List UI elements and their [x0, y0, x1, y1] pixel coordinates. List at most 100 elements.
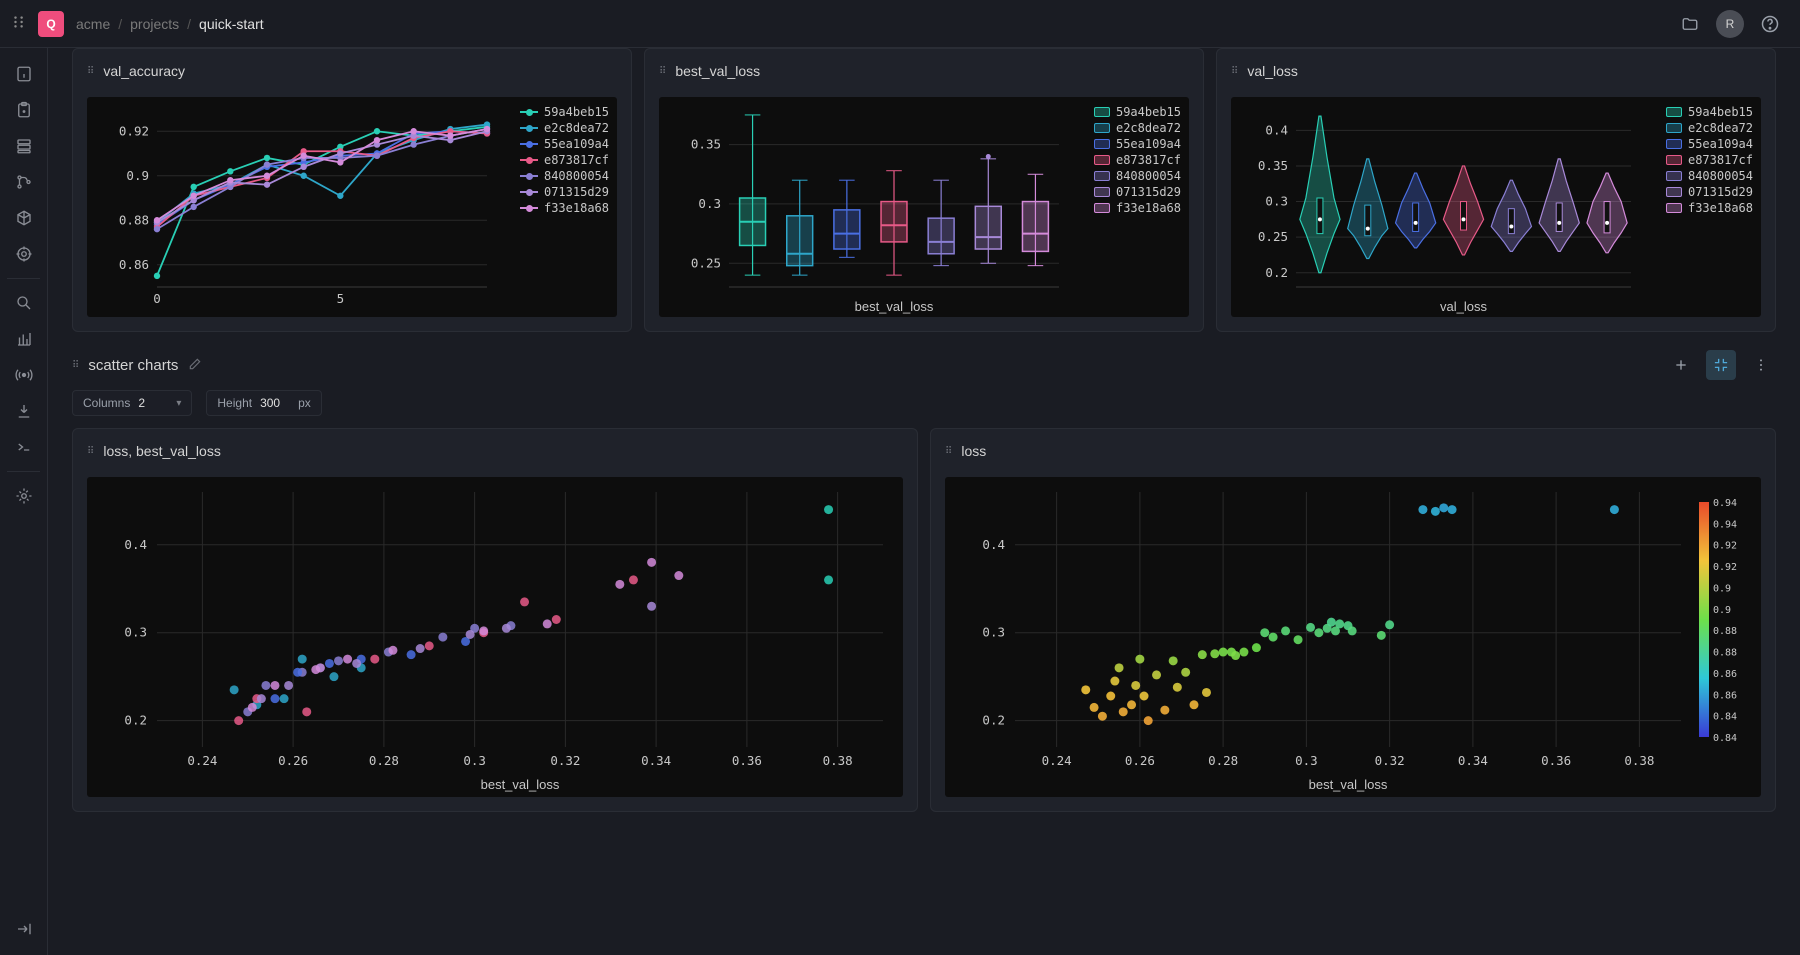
svg-text:0.4: 0.4 — [1265, 122, 1288, 137]
folder-button[interactable] — [1672, 6, 1708, 42]
scatter-controls: Columns 2 ▾ Height 300 px — [72, 390, 1776, 416]
svg-text:0.3: 0.3 — [1295, 753, 1318, 768]
breadcrumb-current[interactable]: quick-start — [199, 16, 264, 32]
panel-val-accuracy: ⠿ val_accuracy 0.860.880.90.9205 59a4beb… — [72, 48, 632, 332]
svg-text:0.9: 0.9 — [1713, 605, 1731, 616]
panel-title-text: val_accuracy — [103, 63, 185, 79]
pencil-icon[interactable] — [188, 357, 202, 374]
svg-text:5: 5 — [337, 291, 345, 306]
legend-item[interactable]: 59a4beb15 — [1666, 105, 1753, 119]
legend-item[interactable]: 071315d29 — [520, 185, 609, 199]
help-button[interactable] — [1752, 6, 1788, 42]
svg-text:0.92: 0.92 — [119, 123, 149, 138]
legend-item[interactable]: e873817cf — [1666, 153, 1753, 167]
drag-handle-icon[interactable]: ⠿ — [72, 360, 78, 371]
topbar: Q acme / projects / quick-start R — [0, 0, 1800, 48]
sidebar-branch[interactable] — [6, 164, 42, 200]
sidebar-settings[interactable] — [6, 478, 42, 514]
panel-title-text: loss — [961, 443, 986, 459]
add-chart-button[interactable] — [1666, 350, 1696, 380]
sidebar-cube[interactable] — [6, 200, 42, 236]
svg-text:0.92: 0.92 — [1713, 562, 1737, 573]
legend-item[interactable]: 071315d29 — [1094, 185, 1181, 199]
legend-item[interactable]: e873817cf — [1094, 153, 1181, 167]
svg-text:0.92: 0.92 — [1713, 541, 1737, 552]
svg-text:0.26: 0.26 — [278, 753, 308, 768]
legend-item[interactable]: 840800054 — [1666, 169, 1753, 183]
sidebar-broadcast[interactable] — [6, 357, 42, 393]
section-title: scatter charts — [88, 357, 178, 374]
sidebar-download[interactable] — [6, 393, 42, 429]
legend-item[interactable]: e2c8dea72 — [520, 121, 609, 135]
svg-text:0.28: 0.28 — [369, 753, 399, 768]
svg-text:0.94: 0.94 — [1713, 519, 1737, 530]
sidebar — [0, 48, 48, 955]
svg-text:0.25: 0.25 — [1258, 229, 1288, 244]
svg-text:0.24: 0.24 — [1042, 753, 1072, 768]
columns-control[interactable]: Columns 2 ▾ — [72, 390, 192, 416]
legend-item[interactable]: 840800054 — [520, 169, 609, 183]
legend-item[interactable]: e2c8dea72 — [1666, 121, 1753, 135]
svg-text:0.84: 0.84 — [1713, 712, 1737, 723]
drag-handle-icon[interactable]: ⠿ — [87, 446, 93, 457]
svg-text:0.3: 0.3 — [463, 753, 486, 768]
svg-text:0.9: 0.9 — [126, 168, 149, 183]
drag-handle-icon[interactable]: ⠿ — [1231, 66, 1237, 77]
breadcrumb-projects[interactable]: projects — [130, 16, 179, 32]
svg-text:0.38: 0.38 — [1624, 753, 1654, 768]
sidebar-chart[interactable] — [6, 321, 42, 357]
panel-val-loss: ⠿ val_loss 0.20.250.30.350.4val_loss 59a… — [1216, 48, 1776, 332]
svg-text:0.2: 0.2 — [982, 713, 1005, 728]
legend-item[interactable]: f33e18a68 — [520, 201, 609, 215]
svg-text:best_val_loss: best_val_loss — [855, 299, 934, 314]
legend-item[interactable]: 55ea109a4 — [520, 137, 609, 151]
height-control[interactable]: Height 300 px — [206, 390, 321, 416]
sidebar-terminal[interactable] — [6, 429, 42, 465]
sidebar-search[interactable] — [6, 285, 42, 321]
panel-title-text: best_val_loss — [675, 63, 760, 79]
drag-handle-icon[interactable]: ⠿ — [87, 66, 93, 77]
drag-handle-icon[interactable]: ⠿ — [945, 446, 951, 457]
svg-text:0.35: 0.35 — [691, 137, 721, 152]
legend-item[interactable]: 840800054 — [1094, 169, 1181, 183]
legend-item[interactable]: e873817cf — [520, 153, 609, 167]
svg-text:0.34: 0.34 — [641, 753, 671, 768]
sidebar-info[interactable] — [6, 56, 42, 92]
svg-text:0.32: 0.32 — [1375, 753, 1405, 768]
grip-icon[interactable] — [12, 15, 26, 32]
breadcrumb-org[interactable]: acme — [76, 16, 110, 32]
legend-item[interactable]: e2c8dea72 — [1094, 121, 1181, 135]
legend-item[interactable]: f33e18a68 — [1094, 201, 1181, 215]
sidebar-collapse[interactable] — [6, 911, 42, 947]
legend-item[interactable]: 55ea109a4 — [1666, 137, 1753, 151]
svg-text:0.36: 0.36 — [732, 753, 762, 768]
svg-text:0.32: 0.32 — [550, 753, 580, 768]
svg-text:0.88: 0.88 — [1713, 648, 1737, 659]
svg-text:val_loss: val_loss — [1440, 299, 1487, 314]
legend-item[interactable]: 071315d29 — [1666, 185, 1753, 199]
legend-item[interactable]: 59a4beb15 — [520, 105, 609, 119]
more-button[interactable] — [1746, 350, 1776, 380]
panel-scatter-loss: ⠿ loss 0.20.30.40.240.260.280.30.320.340… — [930, 428, 1776, 812]
avatar[interactable]: R — [1716, 10, 1744, 38]
sidebar-clipboard[interactable] — [6, 92, 42, 128]
project-badge[interactable]: Q — [38, 11, 64, 37]
legend-item[interactable]: 59a4beb15 — [1094, 105, 1181, 119]
legend-item[interactable]: f33e18a68 — [1666, 201, 1753, 215]
svg-text:0.36: 0.36 — [1541, 753, 1571, 768]
svg-text:0.88: 0.88 — [119, 212, 149, 227]
legend: 59a4beb15 e2c8dea72 55ea109a4 e873817cf 8408… — [520, 105, 609, 217]
svg-text:0.26: 0.26 — [1125, 753, 1155, 768]
legend-item[interactable]: 55ea109a4 — [1094, 137, 1181, 151]
svg-text:0: 0 — [153, 291, 161, 306]
svg-text:0.3: 0.3 — [698, 196, 721, 211]
svg-text:0.34: 0.34 — [1458, 753, 1488, 768]
collapse-button[interactable] — [1706, 350, 1736, 380]
drag-handle-icon[interactable]: ⠿ — [659, 66, 665, 77]
sidebar-stack[interactable] — [6, 128, 42, 164]
svg-text:0.24: 0.24 — [187, 753, 217, 768]
sidebar-target[interactable] — [6, 236, 42, 272]
svg-text:0.25: 0.25 — [691, 255, 721, 270]
svg-text:0.94: 0.94 — [1713, 498, 1737, 509]
svg-text:0.38: 0.38 — [823, 753, 853, 768]
